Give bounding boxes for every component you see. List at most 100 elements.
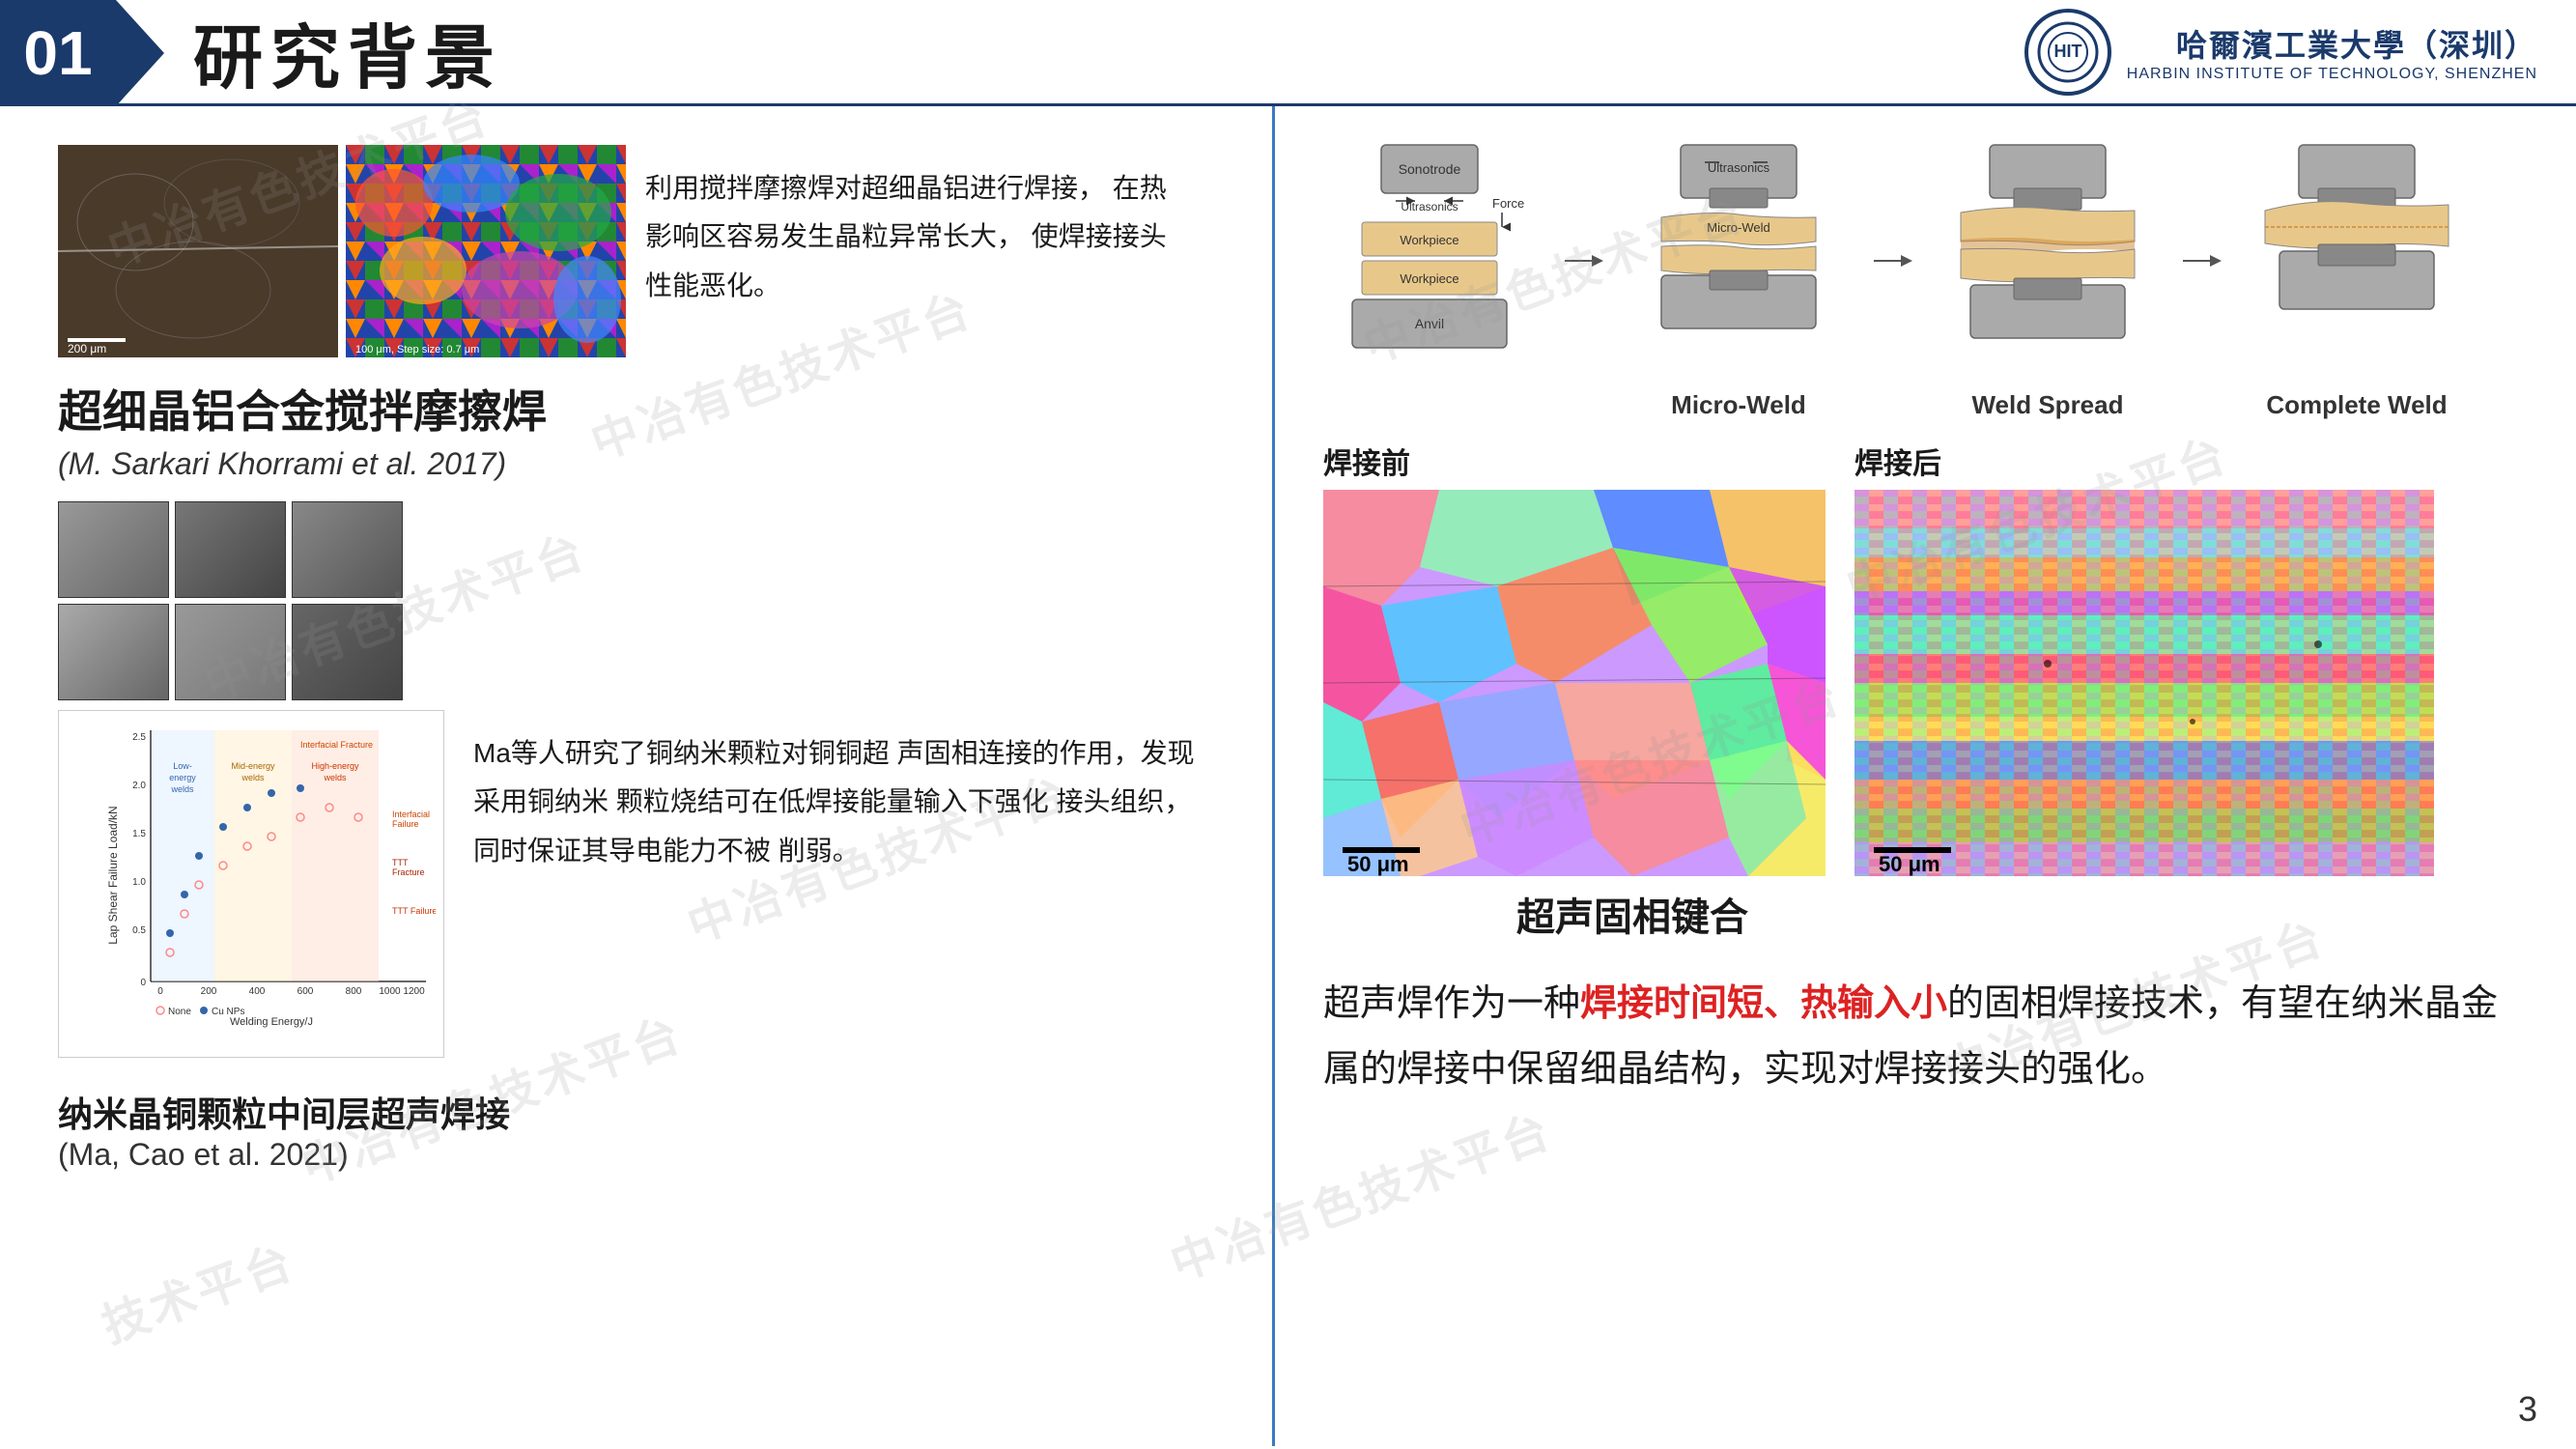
svg-text:800: 800 xyxy=(346,986,362,997)
svg-text:Interfacial Fracture: Interfacial Fracture xyxy=(300,740,373,750)
svg-text:Workpiece: Workpiece xyxy=(1400,271,1458,286)
bottom-subtitle: (Ma, Cao et al. 2021) xyxy=(58,1137,1214,1173)
stage-3: Weld Spread xyxy=(1941,135,2154,420)
stage-4-svg xyxy=(2250,135,2463,386)
svg-text:Low-: Low- xyxy=(173,761,192,771)
svg-text:Ultrasonics: Ultrasonics xyxy=(1401,200,1458,213)
svg-text:0.5: 0.5 xyxy=(132,925,146,936)
logo-icon: HIT xyxy=(2024,9,2111,96)
top-images: 200 μm xyxy=(58,145,626,357)
logo-cn: 哈爾濱工業大學（深圳） xyxy=(2127,21,2537,66)
svg-text:2.5: 2.5 xyxy=(132,732,146,743)
university-logo: HIT 哈爾濱工業大學（深圳） HARBIN INSTITUTE OF TECH… xyxy=(2024,9,2537,96)
left-panel: 200 μm xyxy=(0,106,1275,1446)
stage-1-svg: Sonotrode Ultrasonics xyxy=(1323,135,1536,386)
stage-3-svg xyxy=(1941,135,2154,386)
svg-text:welds: welds xyxy=(170,784,194,794)
svg-text:200 μm: 200 μm xyxy=(68,342,106,355)
svg-text:1.0: 1.0 xyxy=(132,877,146,888)
svg-text:Welding Energy/J: Welding Energy/J xyxy=(230,1016,313,1028)
logo-en: HARBIN INSTITUTE OF TECHNOLOGY, SHENZHEN xyxy=(2127,66,2537,83)
stage-4: Complete Weld xyxy=(2250,135,2463,420)
conclusion-highlight: 焊接时间短、热输入小 xyxy=(1580,983,1947,1024)
header-arrow-decoration xyxy=(116,0,164,106)
header: 01 研究背景 HIT 哈爾濱工業大學（深圳） HARBIN INSTITUTE… xyxy=(0,0,2576,106)
main-content: 200 μm xyxy=(0,106,2576,1446)
grid-img-d xyxy=(58,604,169,700)
section1-subtitle: (M. Sarkari Khorrami et al. 2017) xyxy=(58,446,1214,482)
svg-text:0: 0 xyxy=(140,978,146,988)
svg-text:200: 200 xyxy=(201,986,217,997)
svg-text:1000 1200: 1000 1200 xyxy=(379,986,425,997)
before-image-container: 焊接前 xyxy=(1323,440,1826,876)
svg-text:Mid-energy: Mid-energy xyxy=(231,761,275,771)
svg-text:Workpiece: Workpiece xyxy=(1400,233,1458,247)
grid-img-f xyxy=(292,604,403,700)
svg-text:TTT Failure: TTT Failure xyxy=(392,906,436,916)
micro-image-1: 200 μm xyxy=(58,145,338,357)
arrow-2 xyxy=(1874,242,1912,280)
svg-text:Lap Shear Failure Load/kN: Lap Shear Failure Load/kN xyxy=(107,806,120,944)
svg-text:energy: energy xyxy=(169,773,196,782)
micro-images-section: 焊接前 xyxy=(1323,440,2528,876)
grid-images xyxy=(58,501,403,700)
after-label: 焊接后 xyxy=(1854,440,2434,482)
svg-text:welds: welds xyxy=(323,773,347,782)
svg-text:Micro-Weld: Micro-Weld xyxy=(1707,220,1770,235)
svg-text:0: 0 xyxy=(157,986,163,997)
arrow-1 xyxy=(1565,242,1603,280)
conclusion-section: 超声焊作为一种焊接时间短、热输入小的固相焊接技术，有望在纳米晶金属的焊接中保留细… xyxy=(1323,971,2528,1103)
stage-4-label: Complete Weld xyxy=(2266,390,2447,420)
middle-section xyxy=(58,501,1214,700)
svg-text:Cu NPs: Cu NPs xyxy=(212,1007,244,1017)
before-micro-image: 50 μm xyxy=(1323,490,1826,876)
svg-text:None: None xyxy=(168,1007,191,1017)
after-micro-image: 50 μm xyxy=(1854,490,2434,876)
section-sub-title: 超声固相键合 xyxy=(1516,886,2528,942)
svg-text:welds: welds xyxy=(241,773,265,782)
svg-text:50 μm: 50 μm xyxy=(1879,852,1940,876)
micro-image-2: 100 μm, Step size: 0.7 μm xyxy=(346,145,626,357)
after-image-container: 焊接后 xyxy=(1854,440,2434,876)
svg-text:100 μm, Step size: 0.7 μm: 100 μm, Step size: 0.7 μm xyxy=(355,344,479,355)
grid-img-e xyxy=(175,604,286,700)
page-number: 3 xyxy=(2518,1389,2537,1430)
grid-img-c xyxy=(292,501,403,598)
stage-2-svg: Ultrasonics Micro-Weld xyxy=(1632,135,1845,386)
caption-fsw: 利用搅拌摩擦焊对超细晶铝进行焊接， 在热影响区容易发生晶粒异常长大， 使焊接接头… xyxy=(645,145,1186,357)
svg-text:Force: Force xyxy=(1492,196,1524,211)
svg-text:2.0: 2.0 xyxy=(132,781,146,791)
grid-img-b xyxy=(175,501,286,598)
caption-cu-nps: Ma等人研究了铜纳米颗粒对铜铜超 声固相连接的作用，发现采用铜纳米 颗粒烧结可在… xyxy=(473,710,1214,875)
stage-1: Sonotrode Ultrasonics xyxy=(1323,135,1536,386)
slide-number: 01 xyxy=(0,0,116,106)
stage-2-label: Micro-Weld xyxy=(1671,390,1806,420)
svg-text:50 μm: 50 μm xyxy=(1347,852,1409,876)
weld-stages-diagram: Sonotrode Ultrasonics xyxy=(1323,135,2528,420)
svg-text:Sonotrode: Sonotrode xyxy=(1399,161,1461,177)
svg-text:TTT: TTT xyxy=(392,858,409,867)
logo-text: 哈爾濱工業大學（深圳） HARBIN INSTITUTE OF TECHNOLO… xyxy=(2127,21,2537,83)
right-panel: Sonotrode Ultrasonics xyxy=(1275,106,2576,1446)
section1-title: 超细晶铝合金搅拌摩擦焊 xyxy=(58,377,1214,440)
before-label: 焊接前 xyxy=(1323,440,1826,482)
svg-text:HIT: HIT xyxy=(2053,42,2081,61)
stage-3-label: Weld Spread xyxy=(1971,390,2123,420)
lap-shear-chart: Lap Shear Failure Load/kN Welding Energy… xyxy=(58,710,444,1058)
svg-text:Anvil: Anvil xyxy=(1415,316,1444,331)
image-row: 200 μm xyxy=(58,145,626,357)
svg-text:Failure: Failure xyxy=(392,819,419,829)
bottom-caption-section: 纳米晶铜颗粒中间层超声焊接 (Ma, Cao et al. 2021) xyxy=(58,1087,1214,1173)
stage-2: Ultrasonics Micro-Weld Micro-Weld xyxy=(1632,135,1845,420)
page-title: 研究背景 xyxy=(193,1,502,102)
svg-text:High-energy: High-energy xyxy=(311,761,359,771)
arrow-3 xyxy=(2183,242,2222,280)
bottom-title: 纳米晶铜颗粒中间层超声焊接 xyxy=(58,1087,1214,1137)
conclusion-prefix: 超声焊作为一种 xyxy=(1323,983,1580,1024)
svg-text:600: 600 xyxy=(297,986,314,997)
svg-text:Fracture: Fracture xyxy=(392,867,425,877)
svg-text:400: 400 xyxy=(249,986,266,997)
svg-text:Interfacial: Interfacial xyxy=(392,810,430,819)
svg-text:1.5: 1.5 xyxy=(132,829,146,839)
chart-section: Lap Shear Failure Load/kN Welding Energy… xyxy=(58,710,1214,1058)
